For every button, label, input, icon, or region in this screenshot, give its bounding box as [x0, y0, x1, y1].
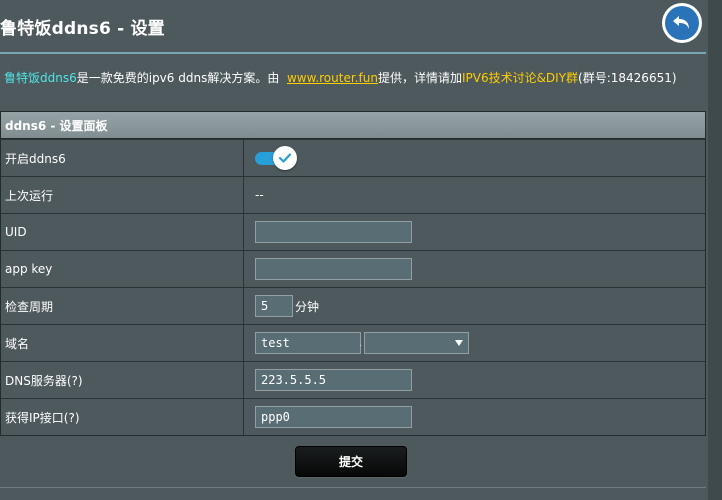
- checkmark-icon: [278, 153, 292, 163]
- description-text: 是一款免费的ipv6 ddns解决方案。由: [76, 71, 280, 85]
- page-title: 鲁特饭ddns6 - 设置: [0, 19, 165, 39]
- row-dns: DNS服务器(?) 223.5.5.5: [1, 361, 705, 398]
- row-uid: UID: [1, 213, 705, 250]
- toggle-knob: [273, 146, 297, 170]
- description: 鲁特饭ddns6是一款免费的ipv6 ddns解决方案。由 www.router…: [4, 69, 677, 86]
- domain-separator: .: [359, 337, 363, 349]
- row-value: [244, 214, 705, 250]
- last-run-value: --: [255, 188, 264, 202]
- scrollbar[interactable]: [708, 0, 722, 500]
- domain-suffix-select[interactable]: [364, 332, 470, 354]
- domain-input[interactable]: test: [255, 332, 361, 354]
- submit-row: 提交: [0, 436, 706, 486]
- row-interface: 获得IP接口(?) ppp0: [1, 398, 705, 435]
- row-label: 域名: [1, 325, 244, 361]
- row-label: DNS服务器(?): [1, 362, 244, 398]
- product-name: 鲁特饭ddns6: [4, 71, 77, 85]
- enable-toggle[interactable]: [255, 146, 301, 170]
- row-enable: 开启ddns6: [1, 139, 705, 176]
- interval-unit: 分钟: [295, 299, 320, 314]
- row-label: UID: [1, 214, 244, 250]
- submit-button[interactable]: 提交: [295, 446, 407, 477]
- back-button[interactable]: [662, 3, 702, 43]
- row-label: 上次运行: [1, 177, 244, 213]
- row-interval: 检查周期 5 分钟: [1, 287, 705, 324]
- bottom-divider: [0, 487, 706, 488]
- row-label: 开启ddns6: [1, 140, 244, 176]
- row-last-run: 上次运行 --: [1, 176, 705, 213]
- app-key-input[interactable]: [255, 258, 412, 280]
- dns-input[interactable]: 223.5.5.5: [255, 369, 412, 391]
- group-number: (群号:18426651): [578, 71, 677, 85]
- row-value: ppp0: [244, 399, 705, 435]
- header-divider: [0, 52, 706, 54]
- row-value: [244, 140, 705, 176]
- row-domain: 域名 test .: [1, 324, 705, 361]
- interval-input[interactable]: 5: [255, 295, 293, 317]
- settings-panel: ddns6 - 设置面板 开启ddns6 上次运行 -- UID app key: [0, 111, 706, 436]
- description-text-2: 提供，详情请加: [377, 71, 462, 85]
- row-value: 223.5.5.5: [244, 362, 705, 398]
- interface-input[interactable]: ppp0: [255, 406, 412, 428]
- row-value: [244, 251, 705, 287]
- row-value: test .: [244, 325, 705, 361]
- group-link[interactable]: IPV6技术讨论&DIY群: [462, 71, 578, 85]
- chevron-down-icon: [455, 340, 464, 346]
- website-link[interactable]: www.router.fun: [287, 71, 378, 85]
- row-value: 5 分钟: [244, 288, 705, 324]
- row-label: 检查周期: [1, 288, 244, 324]
- row-label: app key: [1, 251, 244, 287]
- uid-input[interactable]: [255, 221, 412, 243]
- panel-header: ddns6 - 设置面板: [1, 112, 705, 139]
- row-app-key: app key: [1, 250, 705, 287]
- back-arrow-icon: [673, 16, 689, 29]
- row-label: 获得IP接口(?): [1, 399, 244, 435]
- row-value: --: [244, 177, 705, 213]
